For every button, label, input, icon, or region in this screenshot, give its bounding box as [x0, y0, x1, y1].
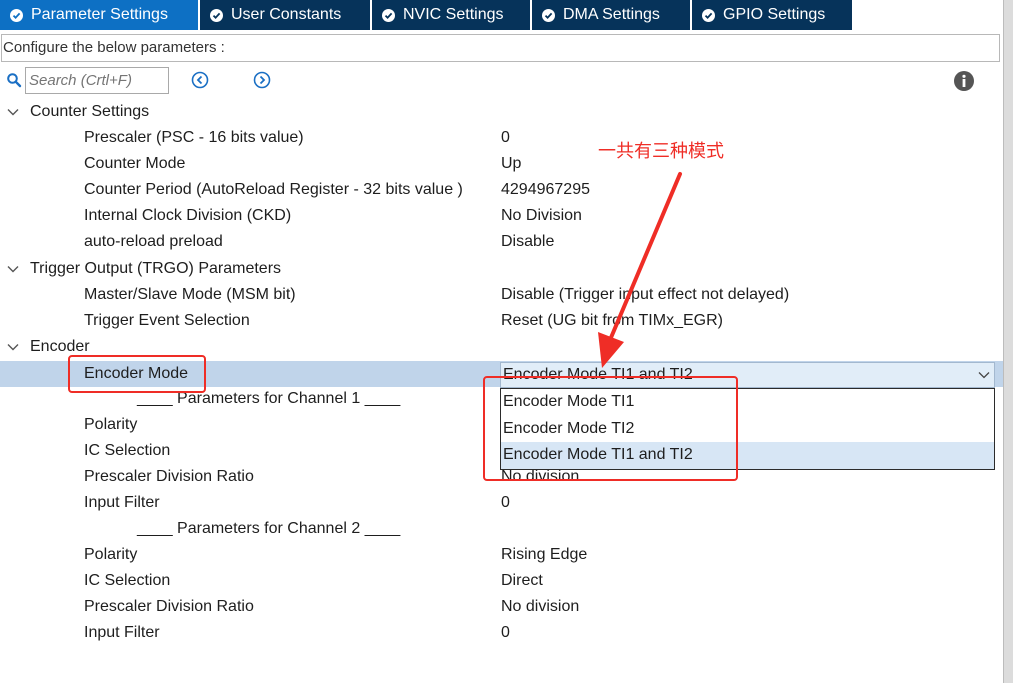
param-label: Polarity: [84, 546, 138, 563]
param-label: Trigger Event Selection: [84, 312, 250, 329]
chevron-down-icon[interactable]: [6, 105, 20, 119]
channel-2-header: ____ Parameters for Channel 2 ____: [0, 516, 1003, 542]
param-row[interactable]: IC Selection Direct: [0, 568, 1003, 594]
param-label: Internal Clock Division (CKD): [84, 207, 292, 224]
check-circle-icon: [382, 8, 395, 22]
tab-bar: Parameter Settings User Constants NVIC S…: [0, 0, 1013, 30]
annotation-text: 一共有三种模式: [598, 141, 724, 162]
tab-label: Parameter Settings: [31, 6, 168, 23]
circle-left-icon[interactable]: [191, 71, 209, 89]
param-row[interactable]: Prescaler Division Ratio No division: [0, 594, 1003, 620]
param-row[interactable]: Trigger Event Selection Reset (UG bit fr…: [0, 308, 1003, 334]
tab-label: DMA Settings: [563, 6, 660, 23]
description-field: Configure the below parameters :: [1, 34, 1000, 62]
group-encoder[interactable]: Encoder: [0, 334, 1003, 360]
param-label: auto-reload preload: [84, 233, 223, 250]
tab-nvic-settings[interactable]: NVIC Settings: [372, 0, 530, 30]
param-label: Prescaler (PSC - 16 bits value): [84, 129, 304, 146]
param-label: Counter Mode: [84, 155, 186, 172]
tab-label: User Constants: [231, 6, 342, 23]
param-label: Input Filter: [84, 494, 160, 511]
param-label: Prescaler Division Ratio: [84, 468, 254, 485]
annotation-arrow-icon: [598, 172, 682, 368]
check-circle-icon: [10, 8, 23, 22]
tab-label: GPIO Settings: [723, 6, 826, 23]
info-icon[interactable]: [953, 70, 975, 92]
dropdown-option[interactable]: Encoder Mode TI2: [501, 416, 994, 443]
tab-dma-settings[interactable]: DMA Settings: [532, 0, 690, 30]
section-label: ____ Parameters for Channel 1 ____: [137, 390, 401, 407]
group-title: Counter Settings: [30, 103, 150, 120]
param-label: Encoder Mode: [84, 365, 189, 382]
param-value[interactable]: Rising Edge: [501, 542, 587, 568]
tab-gpio-settings[interactable]: GPIO Settings: [692, 0, 852, 30]
param-row[interactable]: Polarity Rising Edge: [0, 542, 1003, 568]
encoder-mode-select[interactable]: Encoder Mode TI1 and TI2: [500, 362, 995, 388]
tab-label: NVIC Settings: [403, 6, 504, 23]
chevron-down-icon[interactable]: [6, 262, 20, 276]
param-row[interactable]: Prescaler (PSC - 16 bits value) 0: [0, 125, 1003, 151]
tab-user-constants[interactable]: User Constants: [200, 0, 370, 30]
group-title: Trigger Output (TRGO) Parameters: [30, 260, 282, 277]
param-value[interactable]: Disable: [501, 229, 554, 255]
section-label: ____ Parameters for Channel 2 ____: [137, 520, 401, 537]
param-label: Polarity: [84, 416, 138, 433]
group-title: Encoder: [30, 338, 90, 355]
encoder-mode-dropdown: Encoder Mode TI1 Encoder Mode TI2 Encode…: [500, 388, 995, 470]
param-label: IC Selection: [84, 442, 171, 459]
param-value[interactable]: 4294967295: [501, 177, 590, 203]
param-value[interactable]: Direct: [501, 568, 543, 594]
param-label: Input Filter: [84, 624, 160, 641]
group-trgo-parameters[interactable]: Trigger Output (TRGO) Parameters: [0, 256, 1003, 282]
check-circle-icon: [542, 8, 555, 22]
param-value[interactable]: 0: [501, 490, 510, 516]
dropdown-option-selected[interactable]: Encoder Mode TI1 and TI2: [501, 442, 994, 469]
param-label: IC Selection: [84, 572, 171, 589]
window-edge: [1003, 0, 1013, 683]
check-circle-icon: [702, 8, 715, 22]
param-row[interactable]: Master/Slave Mode (MSM bit) Disable (Tri…: [0, 282, 1003, 308]
param-value[interactable]: 0: [501, 620, 510, 646]
param-value[interactable]: Up: [501, 151, 521, 177]
param-row[interactable]: Counter Mode Up: [0, 151, 1003, 177]
check-circle-icon: [210, 8, 223, 22]
param-value[interactable]: 0: [501, 125, 510, 151]
param-row[interactable]: auto-reload preload Disable: [0, 229, 1003, 255]
param-row[interactable]: Counter Period (AutoReload Register - 32…: [0, 177, 1003, 203]
chevron-down-icon[interactable]: [977, 368, 991, 382]
dropdown-option[interactable]: Encoder Mode TI1: [501, 389, 994, 416]
param-row[interactable]: Internal Clock Division (CKD) No Divisio…: [0, 203, 1003, 229]
chevron-down-icon[interactable]: [6, 340, 20, 354]
circle-right-icon[interactable]: [253, 71, 271, 89]
group-counter-settings[interactable]: Counter Settings: [0, 99, 1003, 125]
param-label: Prescaler Division Ratio: [84, 598, 254, 615]
search-icon[interactable]: [6, 72, 22, 88]
param-label: Counter Period (AutoReload Register - 32…: [84, 181, 463, 198]
search-input[interactable]: [25, 67, 169, 94]
tab-parameter-settings[interactable]: Parameter Settings: [0, 0, 198, 30]
param-row[interactable]: Input Filter 0: [0, 620, 1003, 646]
param-row[interactable]: Input Filter 0: [0, 490, 1003, 516]
param-value[interactable]: No Division: [501, 203, 582, 229]
param-value[interactable]: No division: [501, 594, 579, 620]
param-label: Master/Slave Mode (MSM bit): [84, 286, 296, 303]
